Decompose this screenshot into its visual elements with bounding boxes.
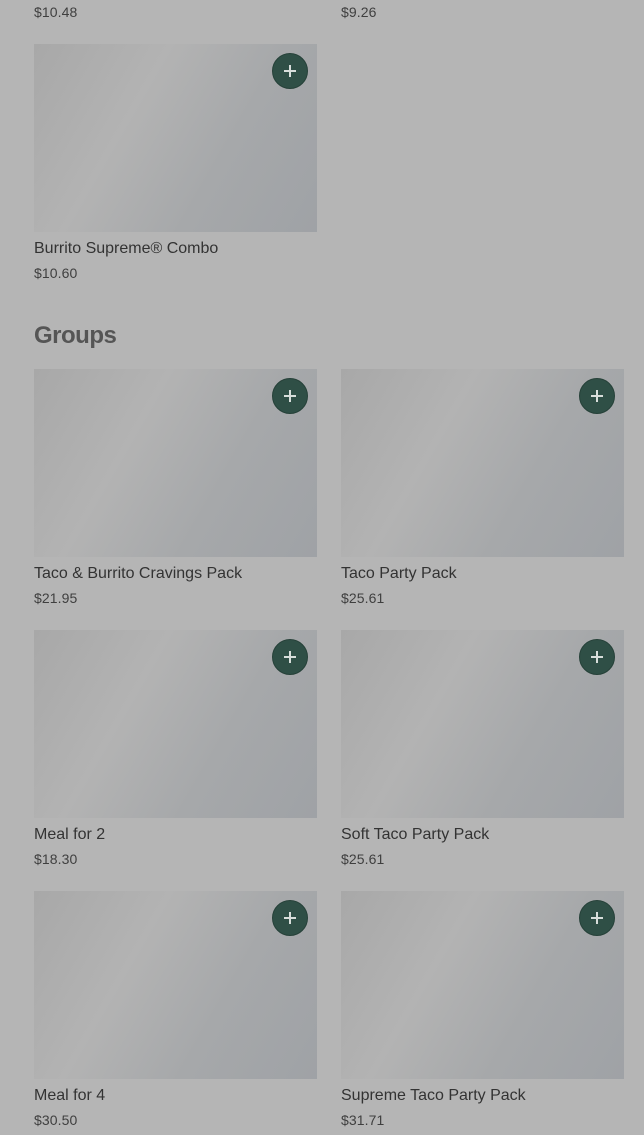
menu-item-card[interactable]: Burrito Supreme® Combo $10.60	[34, 44, 317, 281]
item-name: Soft Taco Party Pack	[341, 826, 490, 843]
add-item-button[interactable]	[272, 639, 308, 675]
item-price: $25.61	[341, 851, 385, 867]
item-price: $18.30	[34, 851, 78, 867]
add-item-button[interactable]	[579, 639, 615, 675]
menu-item-card[interactable]: Meal for 4 $30.50	[34, 891, 317, 1128]
item-price: $31.71	[341, 1112, 385, 1128]
item-price: $10.60	[34, 265, 78, 281]
menu-item-card[interactable]: Taco & Burrito Cravings Pack $21.95	[34, 369, 317, 606]
item-price: $30.50	[34, 1112, 78, 1128]
item-price: $21.95	[34, 590, 78, 606]
menu-item-card[interactable]: Meal for 2 $18.30	[34, 630, 317, 867]
item-name: Taco Party Pack	[341, 565, 457, 582]
item-name: Taco & Burrito Cravings Pack	[34, 565, 243, 582]
add-item-button[interactable]	[579, 378, 615, 414]
add-item-button[interactable]	[272, 900, 308, 936]
item-price: $10.48	[34, 4, 78, 20]
menu-item-card[interactable]: Supreme Taco Party Pack $31.71	[341, 891, 624, 1128]
item-image[interactable]	[34, 369, 317, 557]
menu-item-card[interactable]: Soft Taco Party Pack $25.61	[341, 630, 624, 867]
add-item-button[interactable]	[272, 53, 308, 89]
add-item-button[interactable]	[579, 900, 615, 936]
menu-item-card[interactable]: Taco Party Pack $25.61	[341, 369, 624, 606]
menu-page: $10.48 $9.26 Burrito Supreme® Combo $10.…	[0, 0, 644, 1135]
item-name: Meal for 4	[34, 1087, 106, 1104]
item-image[interactable]	[34, 44, 317, 232]
item-name: Meal for 2	[34, 826, 106, 843]
item-name: Supreme Taco Party Pack	[341, 1087, 526, 1104]
item-price: $25.61	[341, 590, 385, 606]
item-image[interactable]	[34, 891, 317, 1079]
item-image[interactable]	[341, 630, 624, 818]
item-image[interactable]	[34, 630, 317, 818]
item-price: $9.26	[341, 4, 377, 20]
section-title-groups: Groups	[34, 322, 117, 349]
add-item-button[interactable]	[272, 378, 308, 414]
item-name: Burrito Supreme® Combo	[34, 240, 219, 257]
item-image[interactable]	[341, 369, 624, 557]
item-image[interactable]	[341, 891, 624, 1079]
